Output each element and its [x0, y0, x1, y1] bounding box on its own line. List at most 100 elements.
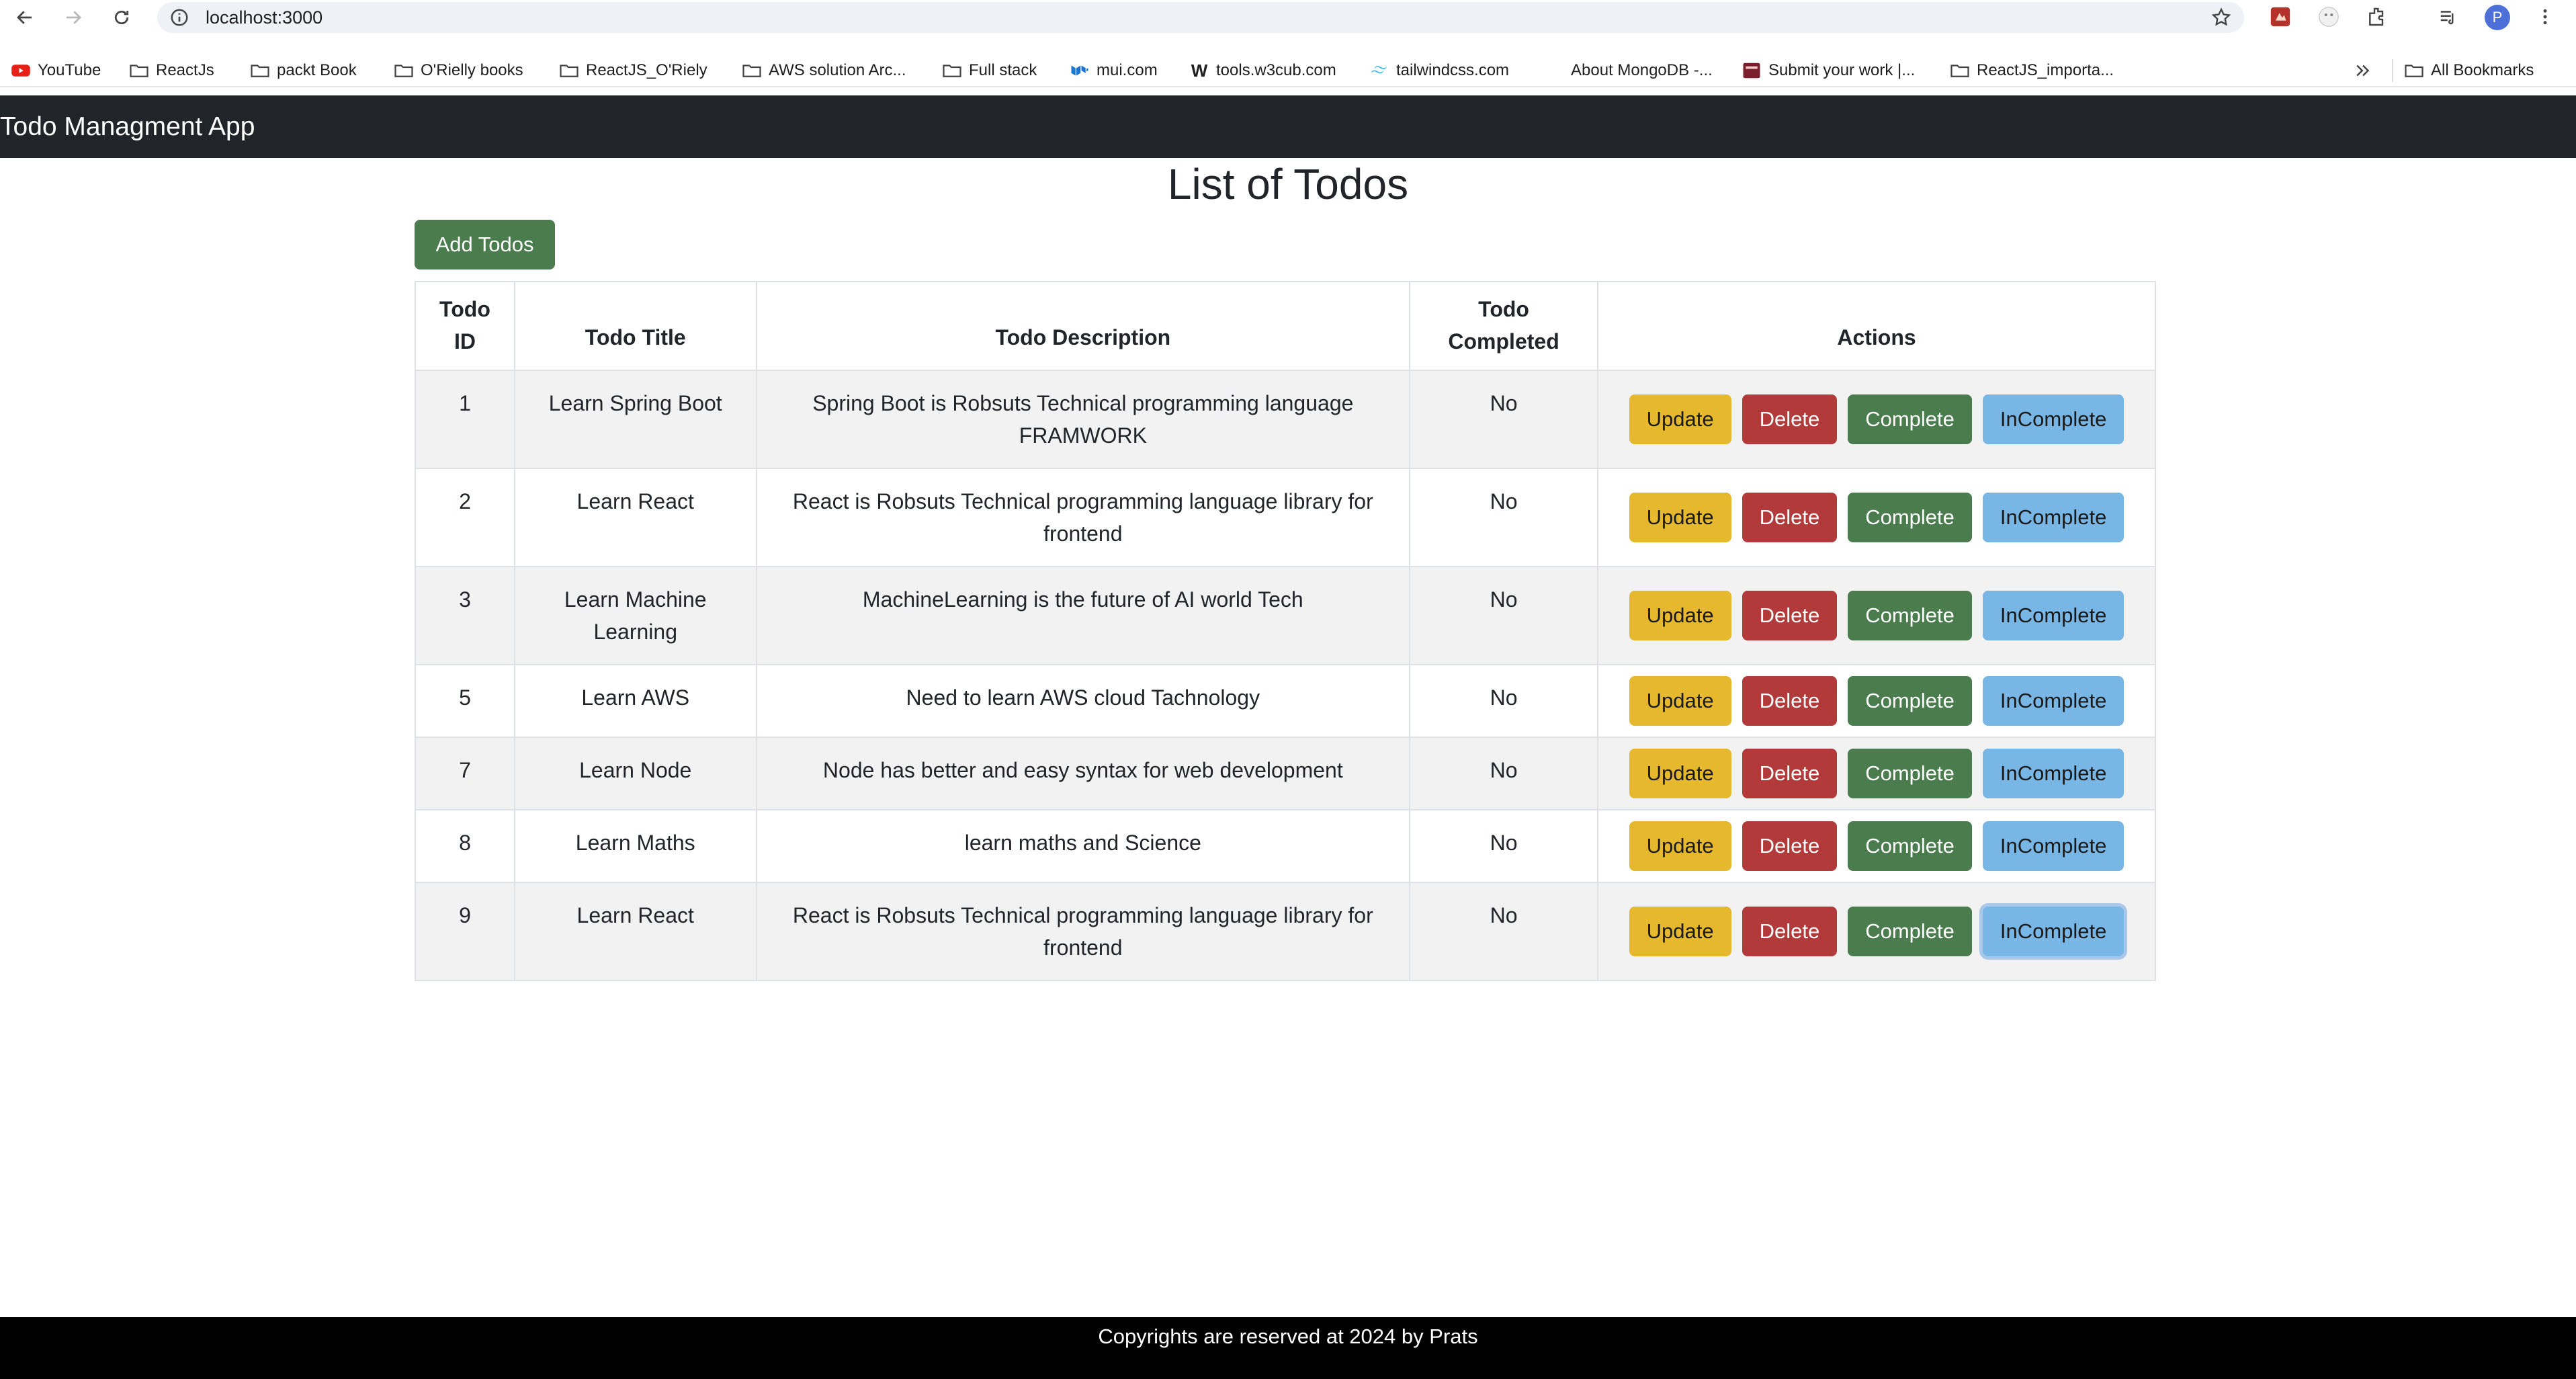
bookmark-folder-fullstack[interactable]: Full stack: [942, 54, 1037, 87]
youtube-icon: [11, 60, 31, 81]
complete-button[interactable]: Complete: [1848, 821, 1972, 871]
complete-button[interactable]: Complete: [1848, 591, 1972, 640]
update-button[interactable]: Update: [1629, 749, 1731, 798]
bookmark-submit-work[interactable]: Submit your work |...: [1742, 54, 1915, 87]
reload-button[interactable]: [106, 2, 137, 33]
chevron-double-right-icon: [2353, 60, 2373, 81]
profile-avatar[interactable]: P: [2485, 5, 2510, 30]
extension-icon[interactable]: [2268, 5, 2292, 29]
incomplete-button[interactable]: InComplete: [1982, 907, 2124, 956]
bookmark-folder-aws[interactable]: AWS solution Arc...: [742, 54, 906, 87]
cell-todo-description: Need to learn AWS cloud Tachnology: [755, 664, 1411, 738]
cell-actions: Update Delete Complete InComplete: [1597, 566, 2156, 665]
more-bookmarks-button[interactable]: [2353, 54, 2380, 87]
delete-button[interactable]: Delete: [1742, 821, 1838, 871]
bookmark-folder-reactjs[interactable]: ReactJs: [129, 54, 214, 87]
update-button[interactable]: Update: [1629, 676, 1731, 726]
update-button[interactable]: Update: [1629, 821, 1731, 871]
add-todos-button[interactable]: Add Todos: [415, 220, 555, 269]
incomplete-button[interactable]: InComplete: [1982, 676, 2124, 726]
cell-actions: Update Delete Complete InComplete: [1597, 882, 2156, 981]
incomplete-button[interactable]: InComplete: [1982, 394, 2124, 444]
app-brand[interactable]: Todo Managment App: [0, 95, 255, 158]
address-bar[interactable]: localhost:3000: [157, 2, 2244, 33]
table-row: 2 Learn React React is Robsuts Technical p…: [415, 468, 2156, 567]
bookmark-folder-reactjs-importa[interactable]: ReactJS_importa...: [1950, 54, 2114, 87]
complete-button[interactable]: Complete: [1848, 676, 1972, 726]
complete-button[interactable]: Complete: [1848, 493, 1972, 542]
cell-actions: Update Delete Complete InComplete: [1597, 809, 2156, 883]
header-todo-title: Todo Title: [513, 281, 757, 371]
bookmark-w3cub[interactable]: W tools.w3cub.com: [1189, 54, 1336, 87]
site-icon: [1742, 60, 1762, 81]
incomplete-button[interactable]: InComplete: [1982, 591, 2124, 640]
footer: Copyrights are reserved at 2024 by Prats: [0, 1317, 2576, 1379]
cell-todo-completed: No: [1409, 566, 1599, 665]
forward-button[interactable]: [58, 2, 89, 33]
site-info-icon[interactable]: [169, 7, 189, 28]
folder-icon: [129, 60, 149, 81]
cell-todo-title: Learn Machine Learning: [513, 566, 757, 665]
page-title: List of Todos: [1167, 160, 1409, 208]
complete-button[interactable]: Complete: [1848, 394, 1972, 444]
bookmark-folder-reactjs-oriely[interactable]: ReactJS_O'Riely: [559, 54, 707, 87]
cell-todo-description: MachineLearning is the future of AI worl…: [755, 566, 1411, 665]
incomplete-button[interactable]: InComplete: [1982, 749, 2124, 798]
menu-dots-icon[interactable]: [2533, 5, 2557, 29]
browser-toolbar: localhost:3000 P: [0, 0, 2576, 36]
back-button[interactable]: [9, 2, 40, 33]
update-button[interactable]: Update: [1629, 591, 1731, 640]
update-button[interactable]: Update: [1629, 493, 1731, 542]
app-navbar: Todo Managment App: [0, 95, 2576, 158]
complete-button[interactable]: Complete: [1848, 749, 1972, 798]
delete-button[interactable]: Delete: [1742, 591, 1838, 640]
bookmark-label: mui.com: [1097, 61, 1158, 79]
update-button[interactable]: Update: [1629, 907, 1731, 956]
update-button[interactable]: Update: [1629, 394, 1731, 444]
cell-todo-description: React is Robsuts Technical programming l…: [755, 468, 1411, 567]
delete-button[interactable]: Delete: [1742, 907, 1838, 956]
cell-todo-title: Learn AWS: [513, 664, 757, 738]
cell-todo-description: learn maths and Science: [755, 809, 1411, 883]
bookmark-youtube[interactable]: YouTube: [11, 54, 101, 87]
table-row: 9 Learn React React is Robsuts Technical p…: [415, 882, 2156, 981]
cell-actions: Update Delete Complete InComplete: [1597, 468, 2156, 567]
bookmark-mongodb[interactable]: About MongoDB -...: [1571, 54, 1713, 87]
incomplete-button[interactable]: InComplete: [1982, 493, 2124, 542]
cell-todo-id: 1: [415, 370, 515, 469]
cell-todo-id: 5: [415, 664, 515, 738]
bookmark-folder-orielly[interactable]: O'Rielly books: [394, 54, 523, 87]
bookmark-label: Submit your work |...: [1768, 61, 1916, 79]
cell-todo-title: Learn Spring Boot: [513, 370, 757, 469]
cell-todo-description: Spring Boot is Robsuts Technical program…: [755, 370, 1411, 469]
delete-button[interactable]: Delete: [1742, 676, 1838, 726]
cell-todo-completed: No: [1409, 370, 1599, 469]
bookmark-label: tools.w3cub.com: [1216, 61, 1336, 79]
bookmark-mui[interactable]: mui.com: [1070, 54, 1158, 87]
header-todo-completed: Todo Completed: [1409, 281, 1599, 371]
url-text[interactable]: localhost:3000: [206, 2, 323, 33]
extension-icon[interactable]: [2317, 5, 2341, 29]
bookmark-label: packt Book: [277, 61, 357, 79]
table-row: 1 Learn Spring Boot Spring Boot is Robsuts…: [415, 370, 2156, 469]
delete-button[interactable]: Delete: [1742, 394, 1838, 444]
folder-icon: [559, 60, 579, 81]
cell-todo-completed: No: [1409, 882, 1599, 981]
complete-button[interactable]: Complete: [1848, 907, 1972, 956]
all-bookmarks-folder[interactable]: All Bookmarks: [2392, 59, 2534, 82]
reading-list-icon[interactable]: [2436, 5, 2460, 29]
bookmark-tailwind[interactable]: tailwindcss.com: [1369, 54, 1509, 87]
incomplete-button[interactable]: InComplete: [1982, 821, 2124, 871]
extensions-puzzle-icon[interactable]: [2365, 5, 2389, 29]
header-actions: Actions: [1597, 281, 2156, 371]
header-todo-id: Todo ID: [415, 281, 515, 371]
delete-button[interactable]: Delete: [1742, 493, 1838, 542]
bookmark-folder-packt[interactable]: packt Book: [250, 54, 357, 87]
cell-actions: Update Delete Complete InComplete: [1597, 737, 2156, 810]
cell-todo-id: 8: [415, 809, 515, 883]
bookmark-label: About MongoDB -...: [1571, 61, 1713, 79]
delete-button[interactable]: Delete: [1742, 749, 1838, 798]
bookmark-star-icon[interactable]: [2210, 7, 2232, 28]
tailwind-icon: [1369, 60, 1389, 81]
cell-todo-id: 9: [415, 882, 515, 981]
